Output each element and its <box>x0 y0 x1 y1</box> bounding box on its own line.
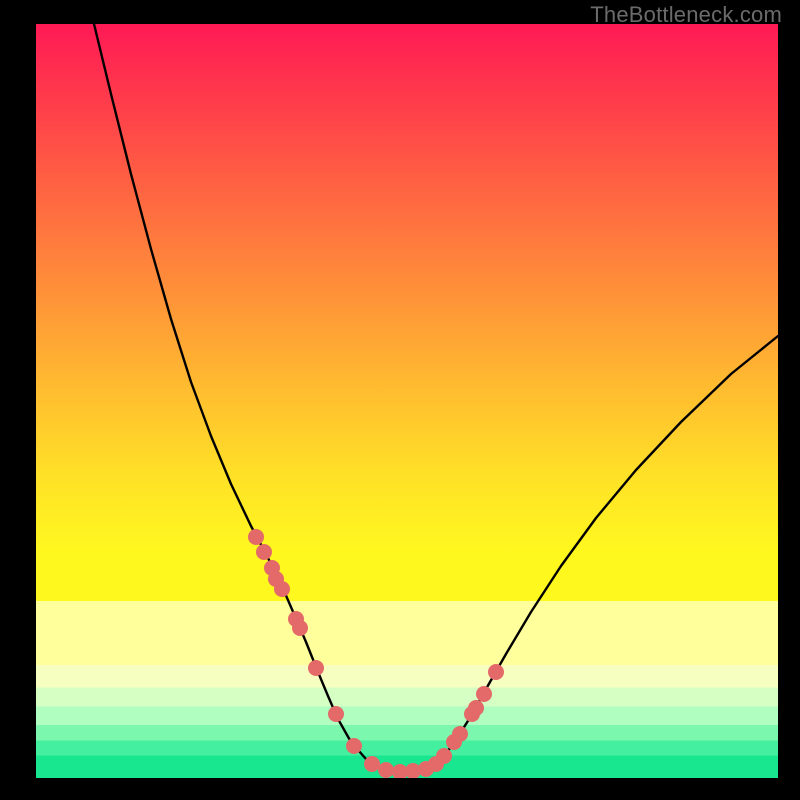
watermark-text: TheBottleneck.com <box>590 2 782 28</box>
data-point <box>274 581 290 597</box>
data-point <box>378 762 394 778</box>
data-point <box>292 620 308 636</box>
data-point <box>248 529 264 545</box>
curve-svg <box>36 24 778 778</box>
data-point <box>256 544 272 560</box>
data-point <box>488 664 504 680</box>
data-point <box>364 756 380 772</box>
data-point <box>452 726 468 742</box>
data-point <box>436 748 452 764</box>
data-point <box>308 660 324 676</box>
data-point <box>476 686 492 702</box>
plot-area <box>36 24 778 778</box>
data-point <box>346 738 362 754</box>
data-point <box>328 706 344 722</box>
data-point <box>468 700 484 716</box>
measurement-points <box>248 529 504 778</box>
curve-path <box>94 24 778 771</box>
chart-frame: TheBottleneck.com <box>0 0 800 800</box>
bottleneck-curve <box>94 24 778 771</box>
